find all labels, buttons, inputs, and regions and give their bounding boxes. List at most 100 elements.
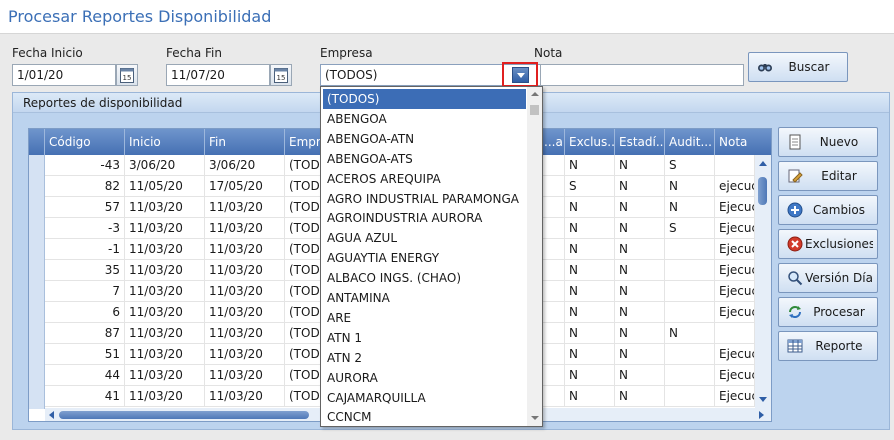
table-cell[interactable] [665,260,715,281]
table-cell[interactable]: N [615,281,665,302]
dropdown-scrollbar[interactable] [527,87,542,426]
table-cell[interactable]: -1 [45,239,125,260]
dropdown-option[interactable]: ANTAMINA [323,288,526,308]
version-dia-button[interactable]: Versión Día [778,263,878,293]
table-cell[interactable] [540,323,565,344]
table-cell[interactable]: Ejecuci [715,218,755,239]
table-cell[interactable]: 17/05/20 [205,176,285,197]
column-header-hidden[interactable]: ...a [540,129,565,155]
table-cell[interactable]: 11/03/20 [205,344,285,365]
table-cell[interactable]: 6 [45,302,125,323]
column-header-nota[interactable]: Nota [715,129,771,155]
table-cell[interactable]: N [565,365,615,386]
grid-vertical-scrollbar[interactable] [755,155,771,409]
table-cell[interactable]: N [615,197,665,218]
table-cell[interactable]: N [615,239,665,260]
table-cell[interactable]: -43 [45,155,125,176]
table-cell[interactable] [540,176,565,197]
table-cell[interactable]: N [615,302,665,323]
table-cell[interactable]: N [615,323,665,344]
table-cell[interactable] [715,323,755,344]
table-cell[interactable]: N [615,260,665,281]
dropdown-option[interactable]: ATN 2 [323,348,526,368]
table-cell[interactable] [665,344,715,365]
table-cell[interactable] [540,281,565,302]
table-cell[interactable]: ejecuci [715,176,755,197]
table-cell[interactable] [665,386,715,407]
table-cell[interactable]: N [615,155,665,176]
table-cell[interactable]: N [565,302,615,323]
dropdown-option[interactable]: AGUAYTIA ENERGY [323,248,526,268]
nuevo-button[interactable]: Nuevo [778,127,878,157]
table-cell[interactable]: 11/03/20 [205,365,285,386]
exclusiones-button[interactable]: Exclusiones [778,229,878,259]
table-cell[interactable]: 82 [45,176,125,197]
scroll-right-icon[interactable] [759,411,764,419]
table-cell[interactable]: 11/05/20 [125,176,205,197]
table-cell[interactable] [540,218,565,239]
dropdown-option[interactable]: AGRO INDUSTRIAL PARAMONGA [323,189,526,209]
table-cell[interactable] [665,281,715,302]
table-cell[interactable] [540,260,565,281]
table-cell[interactable]: 11/03/20 [125,239,205,260]
table-cell[interactable] [540,344,565,365]
table-cell[interactable] [540,197,565,218]
table-cell[interactable]: 11/03/20 [125,323,205,344]
table-cell[interactable]: 11/03/20 [205,239,285,260]
table-cell[interactable]: N [665,176,715,197]
scroll-left-icon[interactable] [49,411,54,419]
empresa-dropdown-button[interactable] [502,62,538,87]
scroll-thumb[interactable] [758,177,767,205]
table-cell[interactable]: N [615,365,665,386]
table-cell[interactable] [665,302,715,323]
dropdown-option[interactable]: CAJAMARQUILLA [323,388,526,408]
table-cell[interactable]: 11/03/20 [125,302,205,323]
dropdown-option[interactable]: ABENGOA-ATS [323,149,526,169]
table-cell[interactable]: Ejecuci [715,260,755,281]
empresa-dropdown-list[interactable]: (TODOS) ABENGOA ABENGOA-ATN ABENGOA-ATS ACER… [320,86,543,427]
row-selector-column[interactable] [29,155,45,409]
editar-button[interactable]: Editar [778,161,878,191]
table-cell[interactable]: 11/03/20 [125,386,205,407]
dropdown-option[interactable]: AGROINDUSTRIA AURORA [323,208,526,228]
table-cell[interactable]: N [615,176,665,197]
table-cell[interactable]: -3 [45,218,125,239]
nota-field[interactable] [540,64,744,86]
table-cell[interactable]: 87 [45,323,125,344]
table-cell[interactable]: 11/03/20 [205,386,285,407]
table-cell[interactable]: 7 [45,281,125,302]
table-cell[interactable] [665,365,715,386]
table-cell[interactable]: N [565,239,615,260]
dropdown-option[interactable]: ALBACO INGS. (CHAO) [323,268,526,288]
table-cell[interactable]: N [615,344,665,365]
table-cell[interactable]: 11/03/20 [205,302,285,323]
column-header-estadistica[interactable]: Estadí... [615,129,665,155]
buscar-button[interactable]: Buscar [748,52,848,82]
table-cell[interactable]: Ejecuci [715,239,755,260]
table-cell[interactable] [540,239,565,260]
dropdown-option[interactable]: ATN 1 [323,328,526,348]
table-cell[interactable]: S [565,176,615,197]
fecha-inicio-calendar-button[interactable]: 15 [116,64,138,86]
scroll-up-icon[interactable] [759,161,767,166]
table-cell[interactable] [540,302,565,323]
table-cell[interactable]: 11/03/20 [205,197,285,218]
table-cell[interactable]: N [565,323,615,344]
scroll-down-icon[interactable] [759,397,767,402]
table-cell[interactable]: 11/03/20 [125,365,205,386]
table-cell[interactable] [540,365,565,386]
column-header-codigo[interactable]: Código [45,129,125,155]
table-cell[interactable]: N [565,386,615,407]
scroll-thumb[interactable] [530,105,539,115]
scroll-thumb[interactable] [59,411,309,419]
column-header-inicio[interactable]: Inicio [125,129,205,155]
dropdown-option[interactable]: AURORA [323,368,526,388]
table-cell[interactable]: 11/03/20 [125,281,205,302]
table-cell[interactable] [715,155,755,176]
table-cell[interactable]: Ejecuci [715,344,755,365]
table-cell[interactable]: 57 [45,197,125,218]
dropdown-option[interactable]: ABENGOA [323,109,526,129]
dropdown-option[interactable]: ARE [323,308,526,328]
dropdown-option[interactable]: ACEROS AREQUIPA [323,169,526,189]
scroll-up-icon[interactable] [531,92,539,96]
